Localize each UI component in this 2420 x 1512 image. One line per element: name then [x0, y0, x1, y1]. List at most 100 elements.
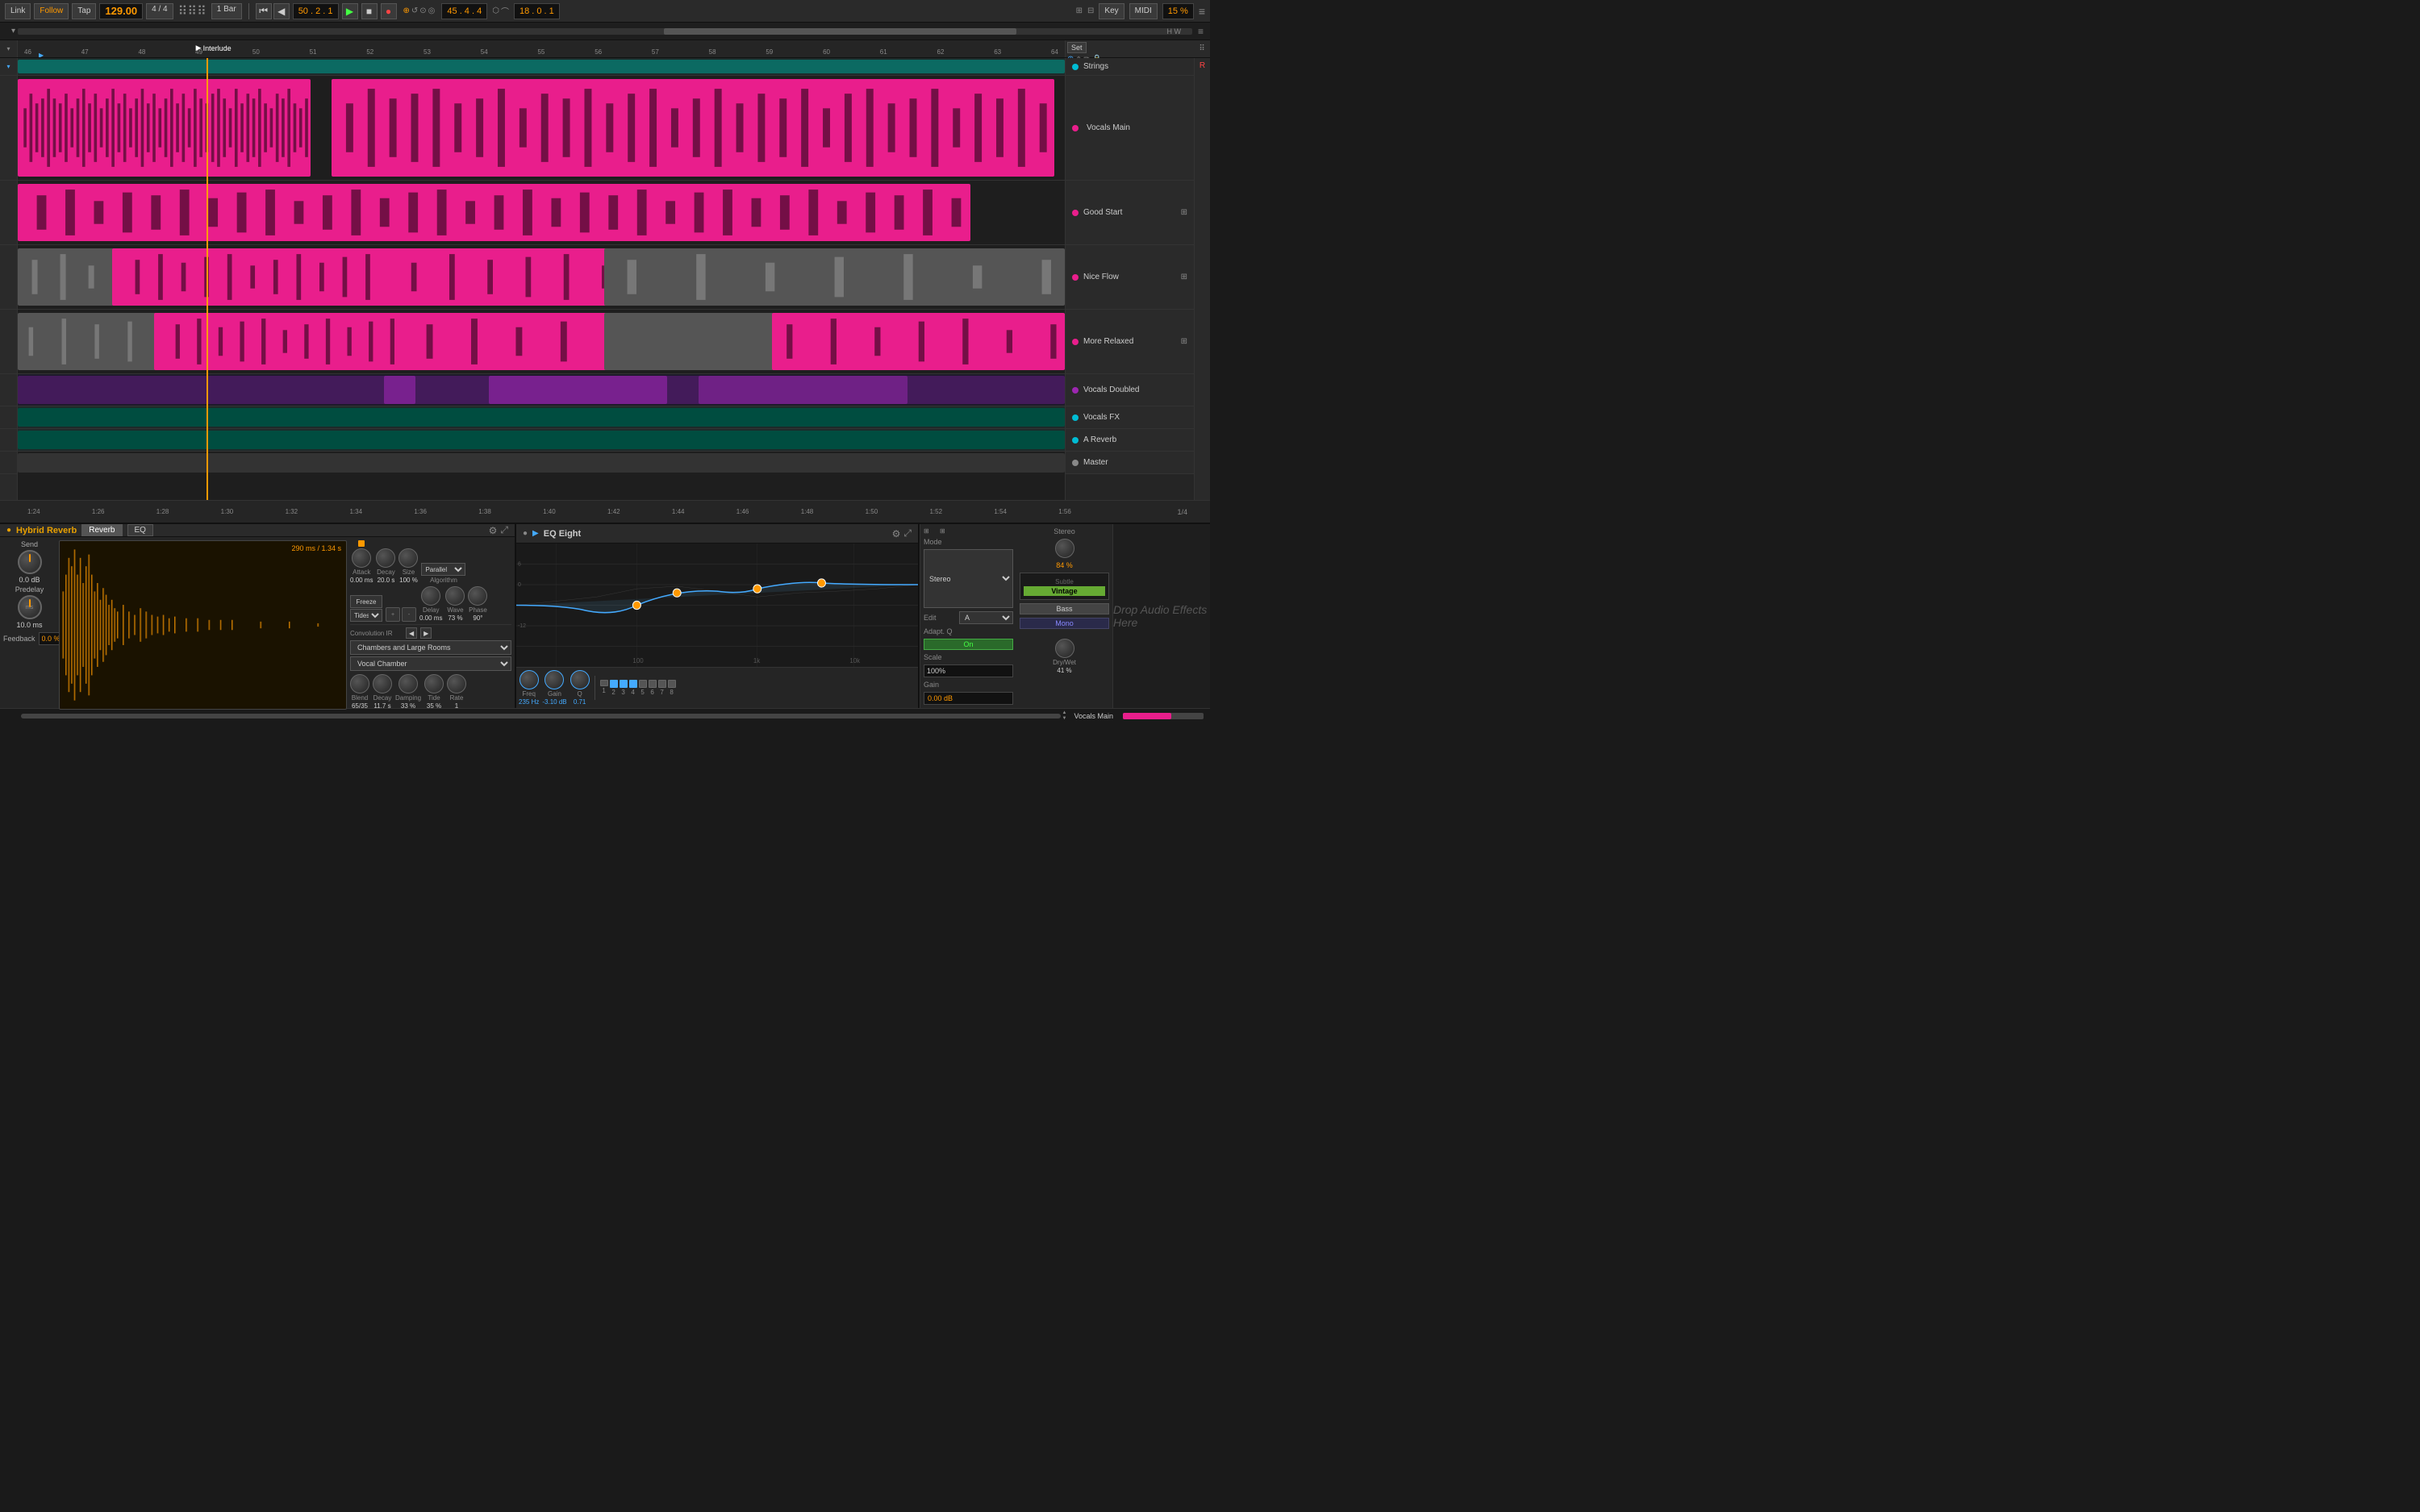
- damping-knob[interactable]: [398, 674, 418, 694]
- freeze-btn1[interactable]: +: [386, 607, 400, 622]
- mode-select[interactable]: Stereo L/R M/S: [924, 549, 1013, 608]
- band-4[interactable]: 4: [629, 680, 637, 696]
- freeze-button[interactable]: Freeze: [350, 595, 382, 608]
- position-display[interactable]: 50 . 2 . 1: [293, 3, 339, 19]
- menu-icon[interactable]: ≡: [1198, 26, 1204, 37]
- decay-knob[interactable]: [376, 548, 395, 568]
- midi-button[interactable]: MIDI: [1129, 3, 1158, 19]
- band3-checkbox[interactable]: [620, 680, 628, 688]
- algorithm-select[interactable]: Parallel Series: [421, 563, 465, 576]
- clips-area[interactable]: [18, 58, 1065, 500]
- more-relaxed-clip-btn[interactable]: ⊞: [1181, 337, 1187, 346]
- follow-button[interactable]: Follow: [34, 3, 69, 19]
- send-knob[interactable]: [18, 550, 42, 574]
- band1-shape[interactable]: [600, 680, 608, 686]
- band2-checkbox[interactable]: [610, 680, 618, 688]
- right-area: ⊞ ⊞ Mode Stereo L/R M/S Edit A B Adapt. …: [920, 524, 1210, 708]
- nice-flow-clip-btn[interactable]: ⊞: [1181, 273, 1187, 281]
- band-7[interactable]: 7: [658, 680, 666, 696]
- bottom-scroll-bar[interactable]: [21, 714, 1061, 719]
- collapse-all[interactable]: ▾: [6, 45, 10, 52]
- bass-button[interactable]: Bass: [1020, 603, 1109, 614]
- loop-end[interactable]: 18 . 0 . 1: [514, 3, 560, 19]
- eq-tab-reverb[interactable]: EQ: [127, 524, 153, 536]
- tide-knob[interactable]: [424, 674, 444, 694]
- mono-button[interactable]: Mono: [1020, 618, 1109, 629]
- wave-label: Wave: [447, 606, 463, 614]
- eq-display[interactable]: 100 1k 10k 6 0 -12: [516, 544, 918, 667]
- quantize-select[interactable]: 1 Bar: [211, 3, 242, 19]
- band-6[interactable]: 6: [649, 680, 657, 696]
- drop-zone[interactable]: Drop Audio Effects Here: [1113, 524, 1210, 708]
- link-button[interactable]: Link: [5, 3, 31, 19]
- side-panel-toggle[interactable]: ⠿: [1199, 44, 1204, 53]
- band-2[interactable]: 2: [610, 680, 618, 696]
- end-position[interactable]: 45 . 4 . 4: [441, 3, 487, 19]
- tap-button[interactable]: Tap: [72, 3, 96, 19]
- tempo-display[interactable]: 129.00: [99, 3, 143, 19]
- reverb-resize[interactable]: ⤢: [500, 524, 508, 536]
- reverb-tab[interactable]: Reverb: [81, 524, 122, 536]
- scroll-down[interactable]: ▼: [1062, 716, 1067, 721]
- vintage-button[interactable]: Vintage: [1024, 586, 1105, 596]
- prev-button[interactable]: ◀: [273, 3, 290, 19]
- reverb-power-btn[interactable]: ●: [6, 526, 11, 535]
- stereo-knob[interactable]: [1055, 539, 1074, 558]
- ir-prev-btn[interactable]: ◀: [406, 627, 417, 639]
- play-button[interactable]: ▶: [342, 3, 358, 19]
- attack-knob[interactable]: [352, 548, 371, 568]
- ir-category-select[interactable]: Chambers and Large Rooms: [350, 640, 511, 655]
- wave-knob[interactable]: [445, 586, 465, 606]
- hw-buttons[interactable]: H W: [1167, 27, 1182, 35]
- band5-checkbox[interactable]: [639, 680, 647, 688]
- side-r-btn[interactable]: R: [1200, 61, 1205, 70]
- rewind-button[interactable]: ⏮: [256, 3, 272, 19]
- eq-gain-knob[interactable]: [544, 670, 564, 689]
- phase-knob[interactable]: [468, 586, 487, 606]
- arr-side-panel: R: [1194, 58, 1210, 500]
- size-knob[interactable]: [398, 548, 418, 568]
- edit-select[interactable]: A B: [959, 611, 1013, 624]
- band-3[interactable]: 3: [620, 680, 628, 696]
- band4-checkbox[interactable]: [629, 680, 637, 688]
- on-button[interactable]: On: [924, 639, 1013, 650]
- eq-power-btn[interactable]: ●: [523, 529, 528, 538]
- set-button[interactable]: Set: [1067, 42, 1087, 53]
- predelay-knob[interactable]: ms: [18, 595, 42, 619]
- band7-checkbox[interactable]: [658, 680, 666, 688]
- svg-text:10k: 10k: [849, 657, 861, 664]
- freeze-btn2[interactable]: -: [402, 607, 416, 622]
- scroll-up[interactable]: ▲: [1062, 710, 1067, 715]
- time-sig[interactable]: 4 / 4: [146, 3, 173, 19]
- freeze-select[interactable]: Tides: [350, 609, 382, 622]
- band-8[interactable]: 8: [668, 680, 676, 696]
- band8-checkbox[interactable]: [668, 680, 676, 688]
- ir-next-btn[interactable]: ▶: [420, 627, 432, 639]
- reverb-waveform[interactable]: 290 ms / 1.34 s: [59, 540, 347, 710]
- key-button[interactable]: Key: [1099, 3, 1124, 19]
- freq-knob[interactable]: [519, 670, 539, 689]
- delay-knob[interactable]: [421, 586, 440, 606]
- eq-settings[interactable]: ⚙: [892, 527, 901, 539]
- arr-collapse[interactable]: ▾: [11, 27, 15, 35]
- ir-preset-select[interactable]: Vocal Chamber: [350, 656, 511, 671]
- band-5[interactable]: 5: [639, 680, 647, 696]
- dry-wet-knob[interactable]: [1055, 639, 1074, 658]
- record-button[interactable]: ●: [381, 3, 397, 19]
- scale-input[interactable]: [924, 664, 1013, 677]
- stop-button[interactable]: ■: [361, 3, 378, 19]
- blend-knob[interactable]: [350, 674, 369, 694]
- wave-value: 73 %: [448, 614, 462, 622]
- eq-play-btn[interactable]: ▶: [532, 529, 539, 538]
- zoom-level[interactable]: 15 %: [1162, 3, 1194, 19]
- good-start-clip-btn[interactable]: ⊞: [1181, 208, 1187, 217]
- band-1[interactable]: 1: [600, 680, 608, 696]
- band6-checkbox[interactable]: [649, 680, 657, 688]
- collapse-track-btn[interactable]: ▾: [6, 63, 10, 70]
- band-buttons: 1 2 3 4 5: [600, 680, 676, 696]
- q-knob[interactable]: [570, 670, 590, 689]
- decay2-knob[interactable]: [373, 674, 392, 694]
- reverb-settings[interactable]: ⚙: [489, 524, 498, 536]
- rate-knob[interactable]: [447, 674, 466, 694]
- eq-resize[interactable]: ⤢: [903, 527, 912, 539]
